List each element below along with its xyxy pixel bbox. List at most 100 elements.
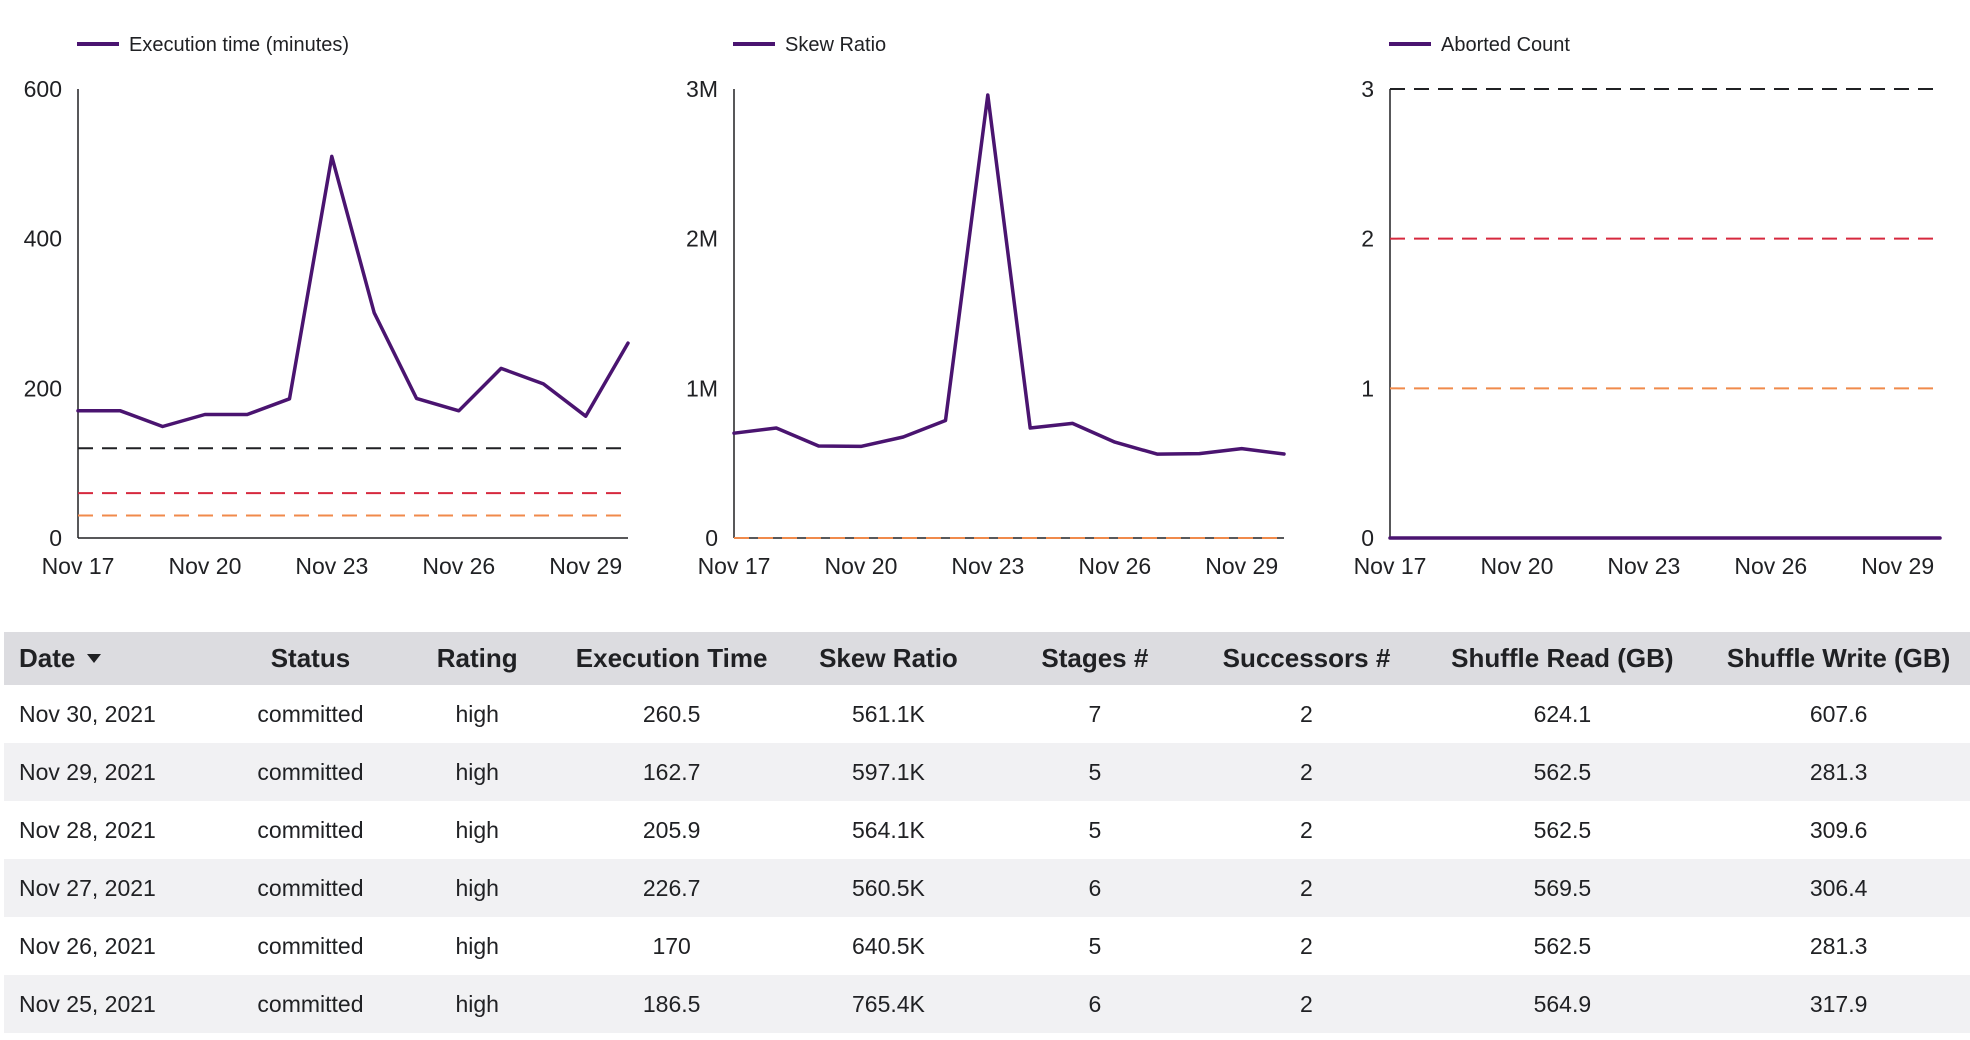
x-tick-label: Nov 23 [1607, 553, 1680, 579]
x-tick-label: Nov 26 [1734, 553, 1807, 579]
x-tick-label: Nov 20 [1480, 553, 1553, 579]
x-tick-label: Nov 20 [824, 553, 897, 579]
status-cell: committed [227, 859, 394, 917]
chart-legend: Skew Ratio [733, 34, 886, 56]
date-cell: Nov 28, 2021 [4, 801, 228, 859]
aborted-count-chart: Aborted Count 0 1 2 3 Nov 17 Nov 20 Nov 23 Nov 2… [1312, 0, 1962, 620]
x-tick-label: Nov 23 [951, 553, 1024, 579]
stages-cell: 5 [994, 801, 1196, 859]
legend-label: Skew Ratio [785, 34, 886, 56]
shuffle-read-cell: 624.1 [1417, 685, 1708, 743]
date-cell: Nov 29, 2021 [4, 743, 228, 801]
status-cell: committed [227, 975, 394, 1033]
x-tick-label: Nov 17 [1354, 553, 1427, 579]
column-header-date[interactable]: Date [4, 632, 228, 685]
shuffle-read-cell: 562.5 [1417, 801, 1708, 859]
execution-time-cell: 205.9 [560, 801, 783, 859]
column-header-status[interactable]: Status [227, 632, 394, 685]
aborted-count-chart-svg: Aborted Count 0 1 2 3 Nov 17 Nov 20 Nov 23 Nov 2… [1354, 34, 1942, 579]
caret-down-icon[interactable] [87, 653, 102, 663]
runs-table-container: Date Status Rating Execution Time Skew R… [4, 632, 1970, 1033]
table-row: Nov 27, 2021 committed high 226.7 560.5K… [4, 859, 1970, 917]
column-header-label: Date [19, 643, 76, 673]
rating-cell: high [393, 917, 561, 975]
successors-cell: 2 [1195, 917, 1418, 975]
rating-cell: high [393, 975, 561, 1033]
stages-cell: 6 [994, 975, 1196, 1033]
skew-ratio-chart-svg: Skew Ratio 0 1M 2M 3M Nov 17 Nov 20 Nov 23 Nov 2… [686, 34, 1286, 579]
date-cell: Nov 30, 2021 [4, 685, 228, 743]
execution-time-cell: 260.5 [560, 685, 783, 743]
execution-time-cell: 170 [560, 917, 783, 975]
y-tick-label: 1M [686, 375, 718, 401]
y-tick-label: 2M [686, 226, 718, 252]
execution-time-cell: 226.7 [560, 859, 783, 917]
column-header-skew-ratio[interactable]: Skew Ratio [782, 632, 995, 685]
x-tick-label: Nov 20 [168, 553, 241, 579]
y-tick-label: 400 [24, 226, 62, 252]
successors-cell: 2 [1195, 859, 1418, 917]
y-tick-label: 600 [24, 76, 62, 102]
date-cell: Nov 25, 2021 [4, 975, 228, 1033]
y-tick-label: 0 [705, 525, 718, 551]
shuffle-write-cell: 309.6 [1707, 801, 1970, 859]
status-cell: committed [227, 743, 394, 801]
column-header-shuffle-write[interactable]: Shuffle Write (GB) [1707, 632, 1970, 685]
execution-time-chart: Execution time (minutes) 0 200 400 600 Nov 17… [0, 0, 650, 620]
date-cell: Nov 26, 2021 [4, 917, 228, 975]
shuffle-write-cell: 607.6 [1707, 685, 1970, 743]
column-header-stages[interactable]: Stages # [994, 632, 1196, 685]
y-tick-label: 3M [686, 76, 718, 102]
runs-table: Date Status Rating Execution Time Skew R… [4, 632, 1970, 1033]
x-tick-label: Nov 29 [1205, 553, 1278, 579]
x-tick-label: Nov 26 [422, 553, 495, 579]
rating-cell: high [393, 685, 561, 743]
successors-cell: 2 [1195, 801, 1418, 859]
skew-ratio-cell: 561.1K [782, 685, 995, 743]
legend-label: Execution time (minutes) [129, 34, 349, 56]
skew-ratio-cell: 564.1K [782, 801, 995, 859]
skew-ratio-cell: 765.4K [782, 975, 995, 1033]
x-tick-label: Nov 17 [42, 553, 115, 579]
status-cell: committed [227, 917, 394, 975]
x-tick-label: Nov 29 [549, 553, 622, 579]
rating-cell: high [393, 743, 561, 801]
table-header-row: Date Status Rating Execution Time Skew R… [4, 632, 1970, 685]
x-tick-label: Nov 26 [1078, 553, 1151, 579]
y-tick-label: 2 [1361, 226, 1374, 252]
x-tick-label: Nov 17 [698, 553, 771, 579]
skew-ratio-cell: 560.5K [782, 859, 995, 917]
status-cell: committed [227, 801, 394, 859]
stages-cell: 6 [994, 859, 1196, 917]
successors-cell: 2 [1195, 743, 1418, 801]
table-row: Nov 25, 2021 committed high 186.5 765.4K… [4, 975, 1970, 1033]
date-cell: Nov 27, 2021 [4, 859, 228, 917]
shuffle-read-cell: 564.9 [1417, 975, 1708, 1033]
rating-cell: high [393, 859, 561, 917]
column-header-shuffle-read[interactable]: Shuffle Read (GB) [1417, 632, 1708, 685]
x-tick-label: Nov 29 [1861, 553, 1934, 579]
skew-ratio-chart: Skew Ratio 0 1M 2M 3M Nov 17 Nov 20 Nov 23 Nov 2… [656, 0, 1306, 620]
column-header-successors[interactable]: Successors # [1195, 632, 1418, 685]
successors-cell: 2 [1195, 685, 1418, 743]
skew-ratio-cell: 597.1K [782, 743, 995, 801]
chart-legend: Execution time (minutes) [77, 34, 349, 56]
table-row: Nov 30, 2021 committed high 260.5 561.1K… [4, 685, 1970, 743]
shuffle-write-cell: 281.3 [1707, 917, 1970, 975]
stages-cell: 7 [994, 685, 1196, 743]
stages-cell: 5 [994, 743, 1196, 801]
table-row: Nov 28, 2021 committed high 205.9 564.1K… [4, 801, 1970, 859]
y-tick-label: 200 [24, 375, 62, 401]
series-line [76, 154, 630, 429]
shuffle-read-cell: 562.5 [1417, 743, 1708, 801]
stages-cell: 5 [994, 917, 1196, 975]
shuffle-write-cell: 281.3 [1707, 743, 1970, 801]
shuffle-read-cell: 569.5 [1417, 859, 1708, 917]
execution-time-cell: 186.5 [560, 975, 783, 1033]
chart-legend: Aborted Count [1389, 34, 1570, 56]
y-tick-label: 0 [49, 525, 62, 551]
charts-row: Execution time (minutes) 0 200 400 600 Nov 17… [0, 0, 1970, 620]
column-header-execution-time[interactable]: Execution Time [560, 632, 783, 685]
column-header-rating[interactable]: Rating [393, 632, 561, 685]
shuffle-read-cell: 562.5 [1417, 917, 1708, 975]
